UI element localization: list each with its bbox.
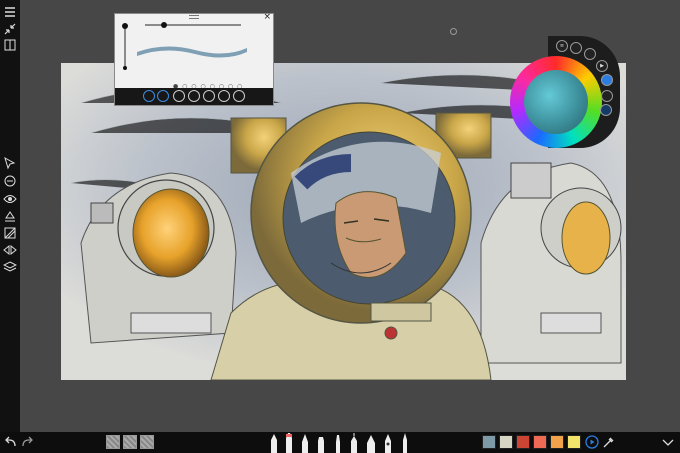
color-swatch-2[interactable] bbox=[499, 435, 513, 449]
texture-2[interactable] bbox=[123, 435, 137, 449]
color-swatch-4[interactable] bbox=[533, 435, 547, 449]
color-wheel-panel: ≡ ▶ bbox=[508, 36, 620, 148]
color-swatch-1[interactable] bbox=[482, 435, 496, 449]
bottom-toolbar bbox=[0, 432, 680, 453]
color-saturation-area[interactable] bbox=[524, 70, 588, 134]
felt-pen-tool-icon[interactable] bbox=[315, 432, 327, 453]
brush-shape-icon[interactable] bbox=[143, 90, 155, 102]
layers-icon[interactable] bbox=[3, 260, 17, 274]
color-swatch-6[interactable] bbox=[567, 435, 581, 449]
texture-1[interactable] bbox=[106, 435, 120, 449]
hsl-mode-icon[interactable] bbox=[584, 48, 596, 60]
symmetry-icon[interactable] bbox=[3, 243, 17, 257]
brush-sliders[interactable] bbox=[115, 18, 273, 78]
perspective-icon[interactable] bbox=[3, 226, 17, 240]
expand-chevron-icon[interactable] bbox=[661, 435, 675, 449]
undo-icon[interactable] bbox=[4, 435, 18, 449]
refresh-icon[interactable] bbox=[188, 90, 200, 102]
canvas-handle-icon[interactable] bbox=[450, 28, 457, 35]
color-swatch-5[interactable] bbox=[550, 435, 564, 449]
texture-3[interactable] bbox=[140, 435, 154, 449]
menu-icon[interactable] bbox=[3, 5, 17, 19]
delete-icon[interactable] bbox=[218, 90, 230, 102]
smudge-tool-icon[interactable] bbox=[399, 432, 411, 453]
play-swatch-icon[interactable] bbox=[585, 435, 599, 449]
pen-tool-icon[interactable] bbox=[299, 432, 311, 453]
fill-mode-icon[interactable] bbox=[600, 104, 612, 116]
redo-icon[interactable] bbox=[20, 435, 34, 449]
transform-icon[interactable] bbox=[3, 174, 17, 188]
copy-icon[interactable] bbox=[233, 90, 245, 102]
selection-icon[interactable] bbox=[3, 156, 17, 170]
gallery-icon[interactable] bbox=[3, 38, 17, 52]
pencil-tool-icon[interactable] bbox=[268, 432, 280, 453]
marker-tool-icon[interactable] bbox=[283, 432, 295, 453]
brush-panel: × ● ○ ○ ○ ○ ○ ○ ○ bbox=[114, 12, 274, 106]
ink-pen-tool-icon[interactable] bbox=[348, 432, 360, 453]
fill-icon[interactable] bbox=[3, 209, 17, 223]
color-swatch-3[interactable] bbox=[516, 435, 530, 449]
left-toolbar bbox=[0, 0, 20, 432]
blue-dot-icon[interactable] bbox=[601, 74, 613, 86]
brush-stroke-icon[interactable] bbox=[157, 90, 169, 102]
play-icon[interactable]: ▶ bbox=[596, 60, 608, 72]
blend-icon[interactable] bbox=[601, 90, 613, 102]
brush-tool-icon[interactable] bbox=[332, 432, 344, 453]
nib-tool-icon[interactable] bbox=[365, 432, 377, 453]
brush-panel-toolbar bbox=[115, 88, 273, 105]
swatch-mode-icon[interactable] bbox=[570, 42, 582, 54]
collapse-icon[interactable] bbox=[3, 22, 17, 36]
lock-icon[interactable] bbox=[173, 90, 185, 102]
visibility-icon[interactable] bbox=[3, 192, 17, 206]
color-wheel[interactable] bbox=[510, 56, 602, 148]
airbrush-tool-icon[interactable] bbox=[382, 432, 394, 453]
eyedropper-icon[interactable] bbox=[602, 435, 616, 449]
add-brush-icon[interactable] bbox=[203, 90, 215, 102]
color-menu-icon[interactable]: ≡ bbox=[556, 40, 568, 52]
